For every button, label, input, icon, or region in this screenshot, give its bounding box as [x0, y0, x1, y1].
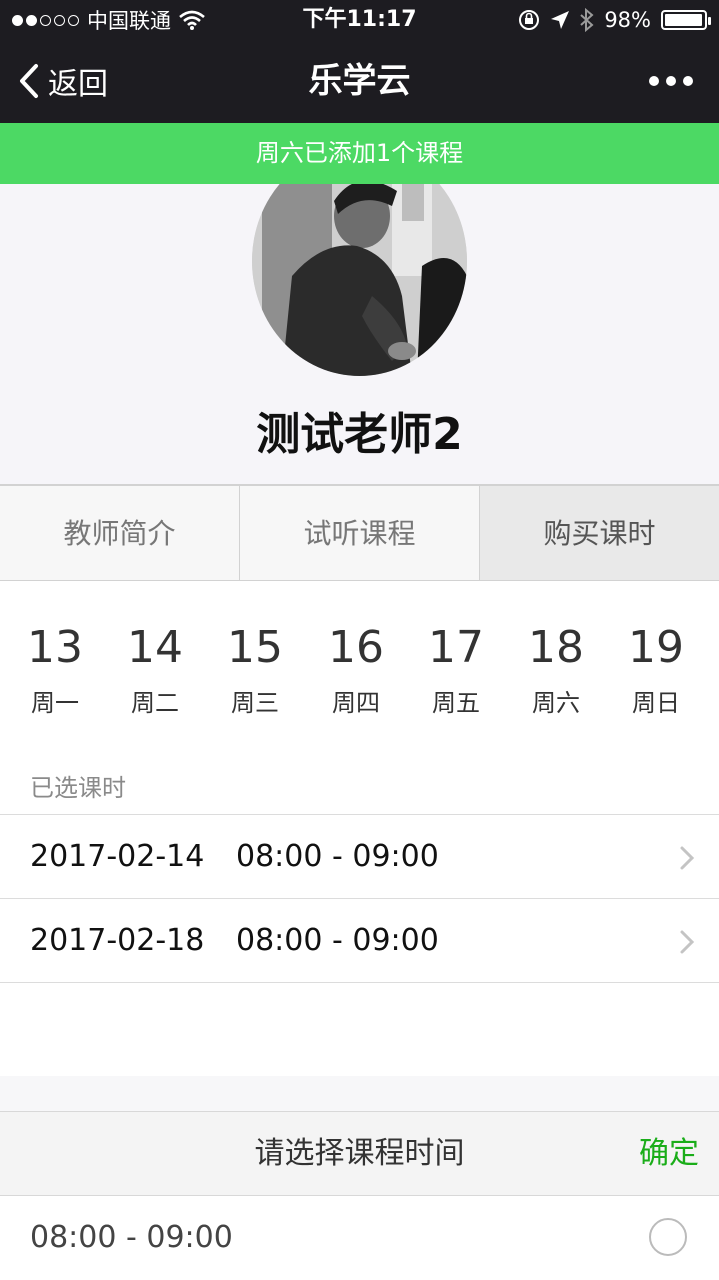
more-menu-button[interactable] [649, 76, 693, 86]
lesson-date: 2017-02-18 [30, 923, 205, 958]
chevron-right-icon [680, 846, 695, 870]
day-item[interactable]: 16 周四 [306, 621, 406, 721]
day-number: 16 [328, 622, 384, 673]
day-number: 15 [227, 622, 283, 673]
teacher-name: 测试老师2 [256, 409, 463, 460]
day-item[interactable]: 18 周六 [506, 621, 606, 721]
day-label: 周二 [131, 689, 179, 717]
teacher-photo [252, 184, 467, 376]
day-number: 13 [27, 622, 83, 673]
day-number: 18 [528, 622, 584, 673]
day-label: 周四 [332, 689, 380, 717]
day-item[interactable]: 19 周日 [606, 621, 706, 721]
teacher-avatar [252, 184, 467, 376]
location-arrow-icon [551, 11, 570, 29]
lesson-time: 08:00 - 09:00 [236, 923, 439, 958]
day-label: 周三 [231, 689, 279, 717]
chevron-right-icon [680, 930, 695, 954]
time-picker-title: 请选择课程时间 [254, 1136, 465, 1171]
rotation-lock-icon [519, 10, 540, 30]
selected-lessons-label: 已选课时 [30, 774, 126, 802]
day-item[interactable]: 17 周五 [406, 621, 506, 721]
day-number: 19 [628, 622, 684, 673]
week-selector: 13 周一 14 周二 15 周三 16 周四 17 周五 18 周六 19 周… [0, 581, 719, 751]
selected-lesson-row[interactable]: 2017-02-18 08:00 - 09:00 [0, 899, 719, 983]
more-dot-icon [683, 76, 693, 86]
section-divider [0, 1076, 719, 1111]
selected-lessons-list: 2017-02-14 08:00 - 09:00 2017-02-18 08:0… [0, 814, 719, 983]
day-label: 周五 [432, 689, 480, 717]
profile-tabs: 教师简介 试听课程 购买课时 [0, 484, 719, 581]
teacher-profile: 测试老师2 [0, 184, 719, 484]
more-dot-icon [649, 76, 659, 86]
tab-trial-courses[interactable]: 试听课程 [240, 486, 480, 580]
confirm-button[interactable]: 确定 [639, 1112, 699, 1196]
time-option[interactable]: 08:00 - 09:00 [0, 1196, 719, 1280]
lesson-date: 2017-02-14 [30, 839, 205, 874]
day-label: 周六 [532, 689, 580, 717]
bluetooth-icon [580, 8, 594, 32]
time-option-label: 08:00 - 09:00 [30, 1220, 233, 1255]
page-title: 乐学云 [308, 61, 411, 101]
radio-button[interactable] [649, 1218, 687, 1256]
tab-teacher-intro[interactable]: 教师简介 [0, 486, 240, 580]
more-dot-icon [666, 76, 676, 86]
success-toast: 周六已添加1个课程 [0, 123, 719, 184]
day-number: 14 [127, 622, 183, 673]
day-item[interactable]: 14 周二 [105, 621, 205, 721]
day-label: 周一 [31, 689, 79, 717]
day-label: 周日 [632, 689, 680, 717]
status-bar: 中国联通 下午11:17 98% [0, 0, 719, 40]
battery-level [665, 14, 703, 26]
day-item[interactable]: 13 周一 [5, 621, 105, 721]
nav-bar: 返回 乐学云 [0, 40, 719, 123]
day-number: 17 [428, 622, 484, 673]
status-right: 98% [518, 6, 711, 34]
time-picker-header: 请选择课程时间 确定 [0, 1111, 719, 1196]
day-item[interactable]: 15 周三 [205, 621, 305, 721]
lesson-time: 08:00 - 09:00 [236, 839, 439, 874]
tab-buy-lessons[interactable]: 购买课时 [480, 486, 719, 580]
battery-icon [661, 10, 711, 30]
battery-percent: 98% [604, 8, 651, 32]
selected-lesson-row[interactable]: 2017-02-14 08:00 - 09:00 [0, 815, 719, 899]
